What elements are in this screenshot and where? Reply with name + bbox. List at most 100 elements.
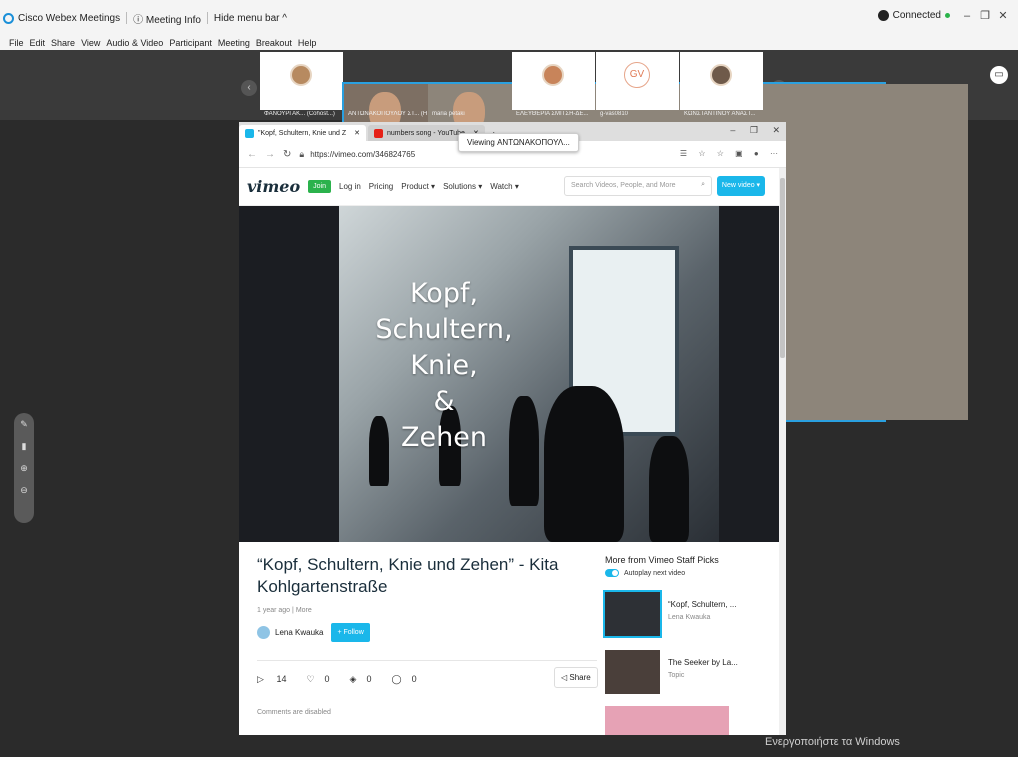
- follow-button[interactable]: + Follow: [331, 623, 370, 642]
- pan-icon[interactable]: ▮: [14, 435, 34, 457]
- participant-name: ΕΛΕΥΘΕΡΙΑ ΣΜΙΤΣΗ-ΔΕ...: [516, 111, 589, 117]
- search-icon[interactable]: ⌕: [701, 181, 705, 189]
- connection-icon: [877, 10, 889, 21]
- nav-watch[interactable]: Watch ▾: [490, 182, 519, 191]
- comment-icon: ◯: [391, 674, 402, 684]
- author-name[interactable]: Lena Kwauka: [275, 628, 323, 637]
- heart-icon: ♡: [306, 674, 315, 684]
- forward-icon[interactable]: →: [265, 149, 275, 160]
- restore-icon[interactable]: ❐: [978, 9, 992, 22]
- avatar[interactable]: [257, 626, 270, 639]
- likes-count: 0: [324, 674, 330, 684]
- restore-icon[interactable]: ❐: [750, 125, 758, 135]
- toggle-icon[interactable]: [605, 569, 619, 577]
- video-age: 1 year ago: [257, 607, 291, 614]
- menu-share[interactable]: Share: [51, 38, 75, 48]
- strip-prev-icon[interactable]: ‹: [241, 80, 257, 96]
- profile-icon[interactable]: ●: [754, 149, 759, 158]
- pointer-icon[interactable]: ✎: [14, 413, 34, 435]
- minimize-icon[interactable]: –: [730, 125, 735, 135]
- avatar-initials: GV: [624, 62, 650, 88]
- webex-logo-icon: [3, 12, 14, 24]
- close-icon[interactable]: ✕: [772, 125, 780, 135]
- zoom-in-icon[interactable]: ⊕: [14, 457, 34, 479]
- zoom-out-icon[interactable]: ⊖: [14, 479, 34, 501]
- close-icon[interactable]: ✕: [354, 129, 360, 137]
- related-title[interactable]: The Seeker by La...: [668, 658, 738, 667]
- related-video-item[interactable]: “Kopf, Schultern, ... Lena Kwauka: [603, 590, 775, 638]
- menu-breakout[interactable]: Breakout: [256, 38, 292, 48]
- status-dot-icon: [945, 13, 950, 18]
- menu-participant[interactable]: Participant: [169, 38, 212, 48]
- participant-tile[interactable]: [260, 52, 343, 110]
- favorite-icon[interactable]: ☆: [698, 149, 705, 158]
- video-title: “Kopf, Schultern, Knie und Zehen” - Kita…: [257, 555, 559, 596]
- new-video-button[interactable]: New video ▾: [717, 176, 765, 196]
- layout-icon[interactable]: ▭: [990, 66, 1008, 84]
- menubar: File Edit Share View Audio & Video Parti…: [0, 36, 1018, 50]
- menu-audio-video[interactable]: Audio & Video: [106, 38, 163, 48]
- minimize-icon[interactable]: –: [960, 10, 974, 22]
- menu-meeting[interactable]: Meeting: [218, 38, 250, 48]
- vimeo-logo[interactable]: vimeo: [247, 177, 300, 196]
- page-scrollbar[interactable]: [779, 168, 786, 735]
- more-icon[interactable]: ···: [770, 149, 778, 158]
- comments-count: 0: [411, 674, 417, 684]
- autoplay-toggle[interactable]: Autoplay next video: [605, 569, 685, 577]
- annotation-toolbar: ✎ ▮ ⊕ ⊖: [14, 413, 34, 523]
- participant-name: maria petaki: [432, 111, 465, 117]
- tab-label: "Kopf, Schultern, Knie und Z: [258, 129, 347, 137]
- participant-tile[interactable]: [680, 52, 763, 110]
- avatar: [542, 64, 564, 86]
- meeting-info-button[interactable]: ⓘ Meeting Info: [133, 11, 201, 26]
- nav-product[interactable]: Product ▾: [401, 182, 435, 191]
- meeting-info-label: Meeting Info: [145, 14, 201, 26]
- video-stats: ▷ 14 ♡ 0 ◈ 0 ◯ 0: [257, 674, 437, 685]
- close-icon[interactable]: ✕: [996, 9, 1010, 22]
- reader-icon[interactable]: ☰: [680, 149, 687, 158]
- video-player[interactable]: Kopf, Schultern, Knie, & Zehen: [239, 206, 779, 542]
- video-thumbnail[interactable]: [605, 706, 729, 735]
- related-author: Lena Kwauka: [668, 614, 711, 621]
- participant-tile[interactable]: [512, 52, 595, 110]
- menu-view[interactable]: View: [81, 38, 100, 48]
- avatar: [290, 64, 312, 86]
- nav-login[interactable]: Log in: [339, 182, 361, 191]
- participant-name: g-vas0810: [600, 111, 629, 117]
- menu-edit[interactable]: Edit: [30, 38, 46, 48]
- layers-icon: ◈: [349, 674, 357, 684]
- nav-pricing[interactable]: Pricing: [369, 182, 393, 191]
- favorites-bar-icon[interactable]: ☆: [717, 149, 724, 158]
- nav-solutions[interactable]: Solutions ▾: [443, 182, 482, 191]
- menu-help[interactable]: Help: [298, 38, 317, 48]
- vimeo-icon: [245, 128, 254, 138]
- related-video-item[interactable]: The Seeker by La... Topic: [605, 650, 775, 694]
- author-row: Lena Kwauka + Follow: [257, 623, 370, 642]
- related-rail: More from Vimeo Staff Picks Autoplay nex…: [599, 542, 779, 735]
- likes-stat[interactable]: ♡ 0: [306, 674, 339, 685]
- search-input[interactable]: Search Videos, People, and More ⌕: [564, 176, 712, 196]
- video-thumbnail[interactable]: [605, 650, 660, 694]
- video-thumbnail[interactable]: [603, 590, 662, 638]
- scroll-thumb[interactable]: [780, 178, 785, 358]
- overlay-line: Zehen: [401, 422, 487, 453]
- url-field[interactable]: https://vimeo.com/346824765: [310, 150, 415, 159]
- collections-icon[interactable]: ▣: [735, 149, 743, 158]
- participant-tile[interactable]: GV: [596, 52, 679, 110]
- menu-file[interactable]: File: [9, 38, 24, 48]
- participant-name: ΑΝΤΩΝΑΚΟΠΟΥΛΟΥ ΣΤ... (Host): [348, 111, 427, 117]
- more-link[interactable]: More: [296, 607, 312, 614]
- back-icon[interactable]: ←: [247, 149, 257, 160]
- join-button[interactable]: Join: [308, 180, 331, 193]
- collections-stat[interactable]: ◈ 0: [350, 674, 382, 685]
- tab-vimeo[interactable]: "Kopf, Schultern, Knie und Z ✕: [239, 125, 366, 141]
- comments-stat[interactable]: ◯ 0: [391, 674, 426, 685]
- overlay-line: Kopf,: [409, 278, 479, 309]
- related-title[interactable]: “Kopf, Schultern, ...: [668, 600, 736, 609]
- hide-menu-button[interactable]: Hide menu bar ^: [214, 13, 287, 24]
- related-author: Topic: [668, 672, 685, 679]
- play-icon: ▷: [257, 674, 264, 684]
- browser-toolbar-icons: ☰ ☆ ☆ ▣ ● ···: [671, 149, 778, 158]
- refresh-icon[interactable]: ↻: [283, 149, 291, 160]
- share-button[interactable]: ◁ Share: [554, 667, 598, 688]
